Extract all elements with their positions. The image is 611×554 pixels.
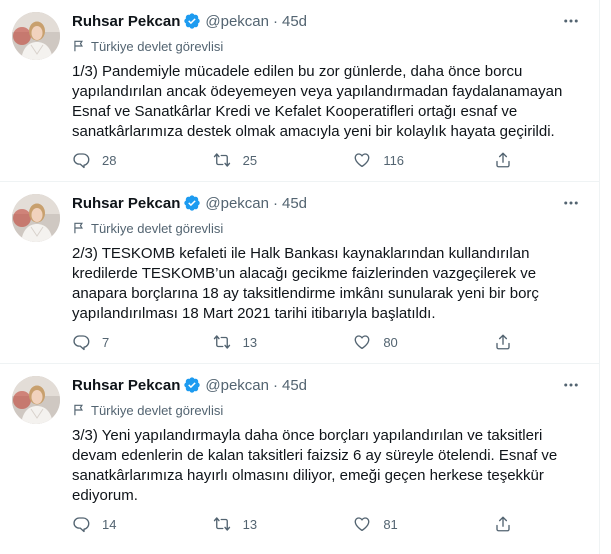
retweet-icon [213, 153, 230, 167]
retweet-icon [213, 335, 230, 349]
retweet-icon [213, 517, 230, 531]
verified-badge-icon [183, 12, 201, 30]
avatar[interactable] [12, 376, 60, 424]
author-name[interactable]: Ruhsar Pekcan [72, 13, 180, 30]
tweet-text: 3/3) Yeni yapılandırmayla daha önce borç… [72, 427, 558, 504]
tweet[interactable]: Ruhsar Pekcan @pekcan · 45d Türkiye devl… [0, 0, 599, 182]
author-handle[interactable]: @pekcan [205, 195, 269, 212]
timestamp[interactable]: 45d [282, 195, 307, 212]
like-button[interactable]: 81 [353, 512, 453, 536]
retweet-button[interactable]: 25 [213, 148, 313, 172]
government-flag-icon [74, 40, 83, 52]
account-label-text: Türkiye devlet görevlisi [91, 402, 224, 418]
heart-icon [354, 517, 370, 532]
author-name[interactable]: Ruhsar Pekcan [72, 195, 180, 212]
share-button[interactable] [494, 148, 512, 172]
reply-icon [73, 335, 90, 351]
share-icon [496, 516, 510, 532]
retweet-count: 25 [242, 152, 258, 168]
author-handle[interactable]: @pekcan [205, 377, 269, 394]
reply-icon [73, 517, 90, 533]
verified-badge-icon [183, 194, 201, 212]
share-button[interactable] [494, 512, 512, 536]
separator-dot: · [273, 194, 278, 212]
heart-icon [354, 153, 370, 168]
tweet-header: Ruhsar Pekcan @pekcan · 45d [72, 374, 587, 396]
reply-count: 7 [102, 334, 110, 350]
reply-icon [73, 153, 90, 169]
retweet-count: 13 [242, 516, 258, 532]
reply-count: 14 [102, 516, 117, 532]
government-flag-icon [74, 222, 83, 234]
avatar[interactable] [12, 12, 60, 60]
more-options-icon[interactable] [559, 373, 583, 397]
like-count: 116 [383, 152, 405, 168]
account-label: Türkiye devlet görevlisi [72, 36, 223, 56]
avatar[interactable] [12, 194, 60, 242]
account-label: Türkiye devlet görevlisi [72, 400, 223, 420]
tweet-header: Ruhsar Pekcan @pekcan · 45d [72, 10, 587, 32]
like-button[interactable]: 116 [353, 148, 453, 172]
reply-button[interactable]: 28 [72, 148, 172, 172]
government-flag-icon [74, 404, 83, 416]
share-icon [496, 334, 510, 350]
tweet-actions: 7 13 80 [72, 330, 512, 354]
retweet-button[interactable]: 13 [213, 330, 313, 354]
tweet-actions: 28 25 116 [72, 148, 512, 172]
share-button[interactable] [494, 330, 512, 354]
account-label-text: Türkiye devlet görevlisi [91, 38, 224, 54]
retweet-button[interactable]: 13 [213, 512, 313, 536]
account-label: Türkiye devlet görevlisi [72, 218, 223, 238]
share-icon [496, 152, 510, 168]
more-options-icon[interactable] [559, 191, 583, 215]
heart-icon [354, 335, 370, 350]
reply-button[interactable]: 14 [72, 512, 172, 536]
tweet-actions: 14 13 81 [72, 512, 512, 536]
author-name[interactable]: Ruhsar Pekcan [72, 377, 180, 394]
author-handle[interactable]: @pekcan [205, 13, 269, 30]
tweet-text: 1/3) Pandemiyle mücadele edilen bu zor g… [72, 63, 563, 140]
timestamp[interactable]: 45d [282, 377, 307, 394]
tweet-header: Ruhsar Pekcan @pekcan · 45d [72, 192, 587, 214]
retweet-count: 13 [242, 334, 258, 350]
reply-button[interactable]: 7 [72, 330, 172, 354]
separator-dot: · [273, 376, 278, 394]
tweet-thread: Ruhsar Pekcan @pekcan · 45d Türkiye devl… [0, 0, 600, 554]
like-button[interactable]: 80 [353, 330, 453, 354]
reply-count: 28 [102, 152, 117, 168]
like-count: 81 [383, 516, 398, 532]
tweet[interactable]: Ruhsar Pekcan @pekcan · 45d Türkiye devl… [0, 364, 599, 546]
tweet-text: 2/3) TESKOMB kefaleti ile Halk Bankası k… [72, 245, 539, 322]
account-label-text: Türkiye devlet görevlisi [91, 220, 224, 236]
separator-dot: · [273, 12, 278, 30]
like-count: 80 [383, 334, 398, 350]
verified-badge-icon [183, 376, 201, 394]
timestamp[interactable]: 45d [282, 13, 307, 30]
tweet[interactable]: Ruhsar Pekcan @pekcan · 45d Türkiye devl… [0, 182, 599, 364]
more-options-icon[interactable] [559, 9, 583, 33]
